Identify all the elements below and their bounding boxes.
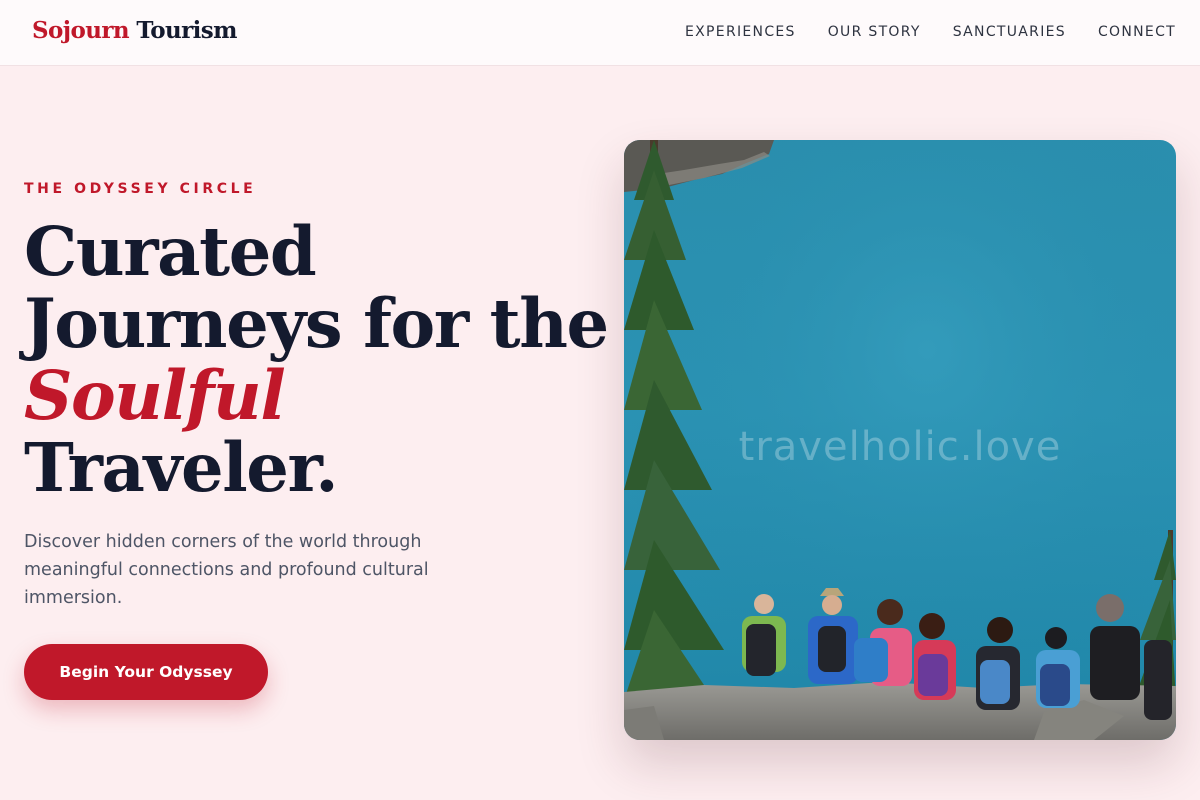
top-nav: Sojourn Tourism EXPERIENCES OUR STORY SA… [0,0,1200,66]
headline-line-4: Traveler. [24,428,339,507]
brand-logo[interactable]: Sojourn Tourism [32,17,237,44]
headline-accent-word: Soulful [24,356,286,435]
hero-headline: Curated Journeys for the Soulful Travele… [24,212,609,507]
headline-line-2: Journeys for the [24,284,609,363]
lake-hikers-illustration [624,140,1176,740]
hero-photo: travelholic.love [624,140,1176,740]
headline-line-1: Curated [24,212,317,291]
nav-link-experiences[interactable]: EXPERIENCES [685,24,796,40]
nav-link-our-story[interactable]: OUR STORY [828,24,921,40]
hero-eyebrow: THE ODYSSEY CIRCLE [24,181,257,197]
brand-name-second: Tourism [128,17,237,44]
hero-description: Discover hidden corners of the world thr… [24,532,429,608]
begin-odyssey-button[interactable]: Begin Your Odyssey [24,644,268,700]
brand-name-first: Sojourn [32,17,130,44]
nav-link-sanctuaries[interactable]: SANCTUARIES [953,24,1066,40]
main-menu: EXPERIENCES OUR STORY SANCTUARIES CONNEC… [685,24,1176,40]
nav-link-connect[interactable]: CONNECT [1098,24,1176,40]
